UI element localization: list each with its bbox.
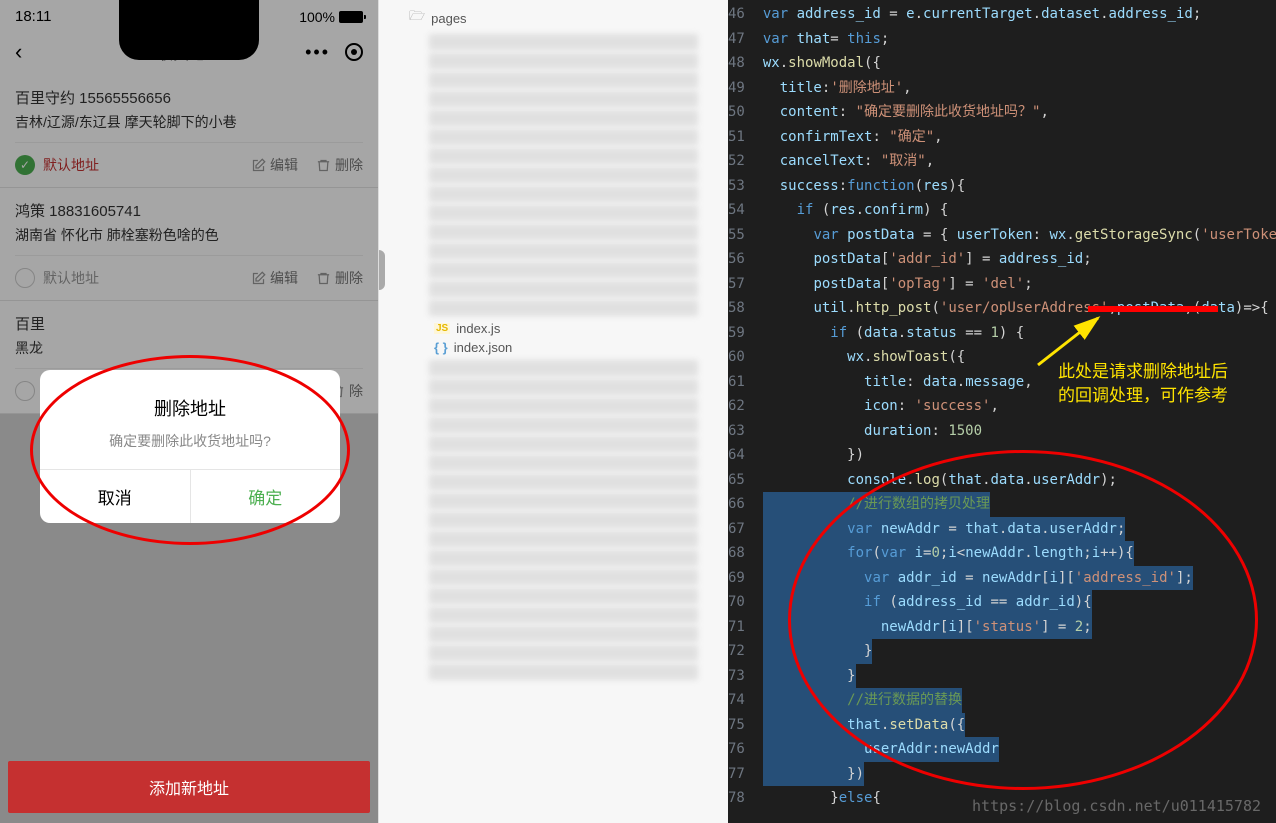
code-line[interactable]: title:'删除地址', — [759, 76, 1276, 101]
folder-pages[interactable]: 🗁 pages — [379, 5, 728, 31]
file-index-json[interactable]: { } index.json — [379, 338, 728, 357]
code-line[interactable]: wx.showModal({ — [759, 51, 1276, 76]
code-line[interactable]: duration: 1500 — [759, 419, 1276, 444]
code-line[interactable]: icon: 'success', — [759, 394, 1276, 419]
blurred-item — [429, 436, 698, 452]
code-line[interactable]: userAddr:newAddr — [759, 737, 1276, 762]
blurred-item — [429, 607, 698, 623]
add-address-button[interactable]: 添加新地址 — [8, 761, 370, 813]
blurred-item — [429, 360, 698, 376]
blurred-item — [429, 512, 698, 528]
code-body[interactable]: var address_id = e.currentTarget.dataset… — [759, 0, 1276, 823]
scroll-handle[interactable] — [378, 250, 385, 290]
json-icon: { } — [434, 340, 448, 355]
delete-modal: 删除地址 确定要删除此收货地址吗? 取消 确定 — [40, 370, 340, 523]
blurred-item — [429, 148, 698, 164]
blurred-item — [429, 186, 698, 202]
code-line[interactable]: //进行数据的替换 — [759, 688, 1276, 713]
blurred-item — [429, 72, 698, 88]
code-line[interactable]: if (res.confirm) { — [759, 198, 1276, 223]
code-editor-panel[interactable]: 4647484950515253545556575859606162636465… — [728, 0, 1276, 823]
blurred-item — [429, 110, 698, 126]
code-line[interactable]: //进行数组的拷贝处理 — [759, 492, 1276, 517]
blurred-item — [429, 493, 698, 509]
blurred-item — [429, 167, 698, 183]
code-line[interactable]: console.log(that.data.userAddr); — [759, 468, 1276, 493]
code-line[interactable]: var address_id = e.currentTarget.dataset… — [759, 2, 1276, 27]
code-line[interactable]: if (data.status == 1) { — [759, 321, 1276, 346]
code-line[interactable]: var newAddr = that.data.userAddr; — [759, 517, 1276, 542]
blurred-item — [429, 664, 698, 680]
blurred-item — [429, 417, 698, 433]
blurred-item — [429, 34, 698, 50]
blurred-item — [429, 281, 698, 297]
code-line[interactable]: postData['addr_id'] = address_id; — [759, 247, 1276, 272]
blurred-item — [429, 626, 698, 642]
folder-label: pages — [431, 11, 466, 26]
blurred-item — [429, 262, 698, 278]
code-line[interactable]: confirmText: "确定", — [759, 125, 1276, 150]
file-label: index.json — [454, 340, 513, 355]
file-index-js[interactable]: JS index.js — [379, 319, 728, 338]
watermark: https://blog.csdn.net/u011415782 — [972, 797, 1261, 815]
js-icon: JS — [434, 323, 450, 334]
code-line[interactable]: var that= this; — [759, 27, 1276, 52]
code-line[interactable]: util.http_post('user/opUserAddress',post… — [759, 296, 1276, 321]
blurred-item — [429, 224, 698, 240]
blurred-item — [429, 588, 698, 604]
blurred-item — [429, 531, 698, 547]
blurred-item — [429, 645, 698, 661]
modal-title: 删除地址 — [60, 395, 320, 421]
blurred-item — [429, 300, 698, 316]
mobile-preview-panel: 18:11 100% ‹ 收货地址 ••• 百里守约 15565556656吉林… — [0, 0, 378, 823]
blurred-item — [429, 91, 698, 107]
folder-icon: 🗁 — [409, 7, 425, 29]
code-line[interactable]: that.setData({ — [759, 713, 1276, 738]
blurred-item — [429, 129, 698, 145]
blurred-item — [429, 474, 698, 490]
blurred-item — [429, 569, 698, 585]
blurred-item — [429, 243, 698, 259]
blurred-item — [429, 379, 698, 395]
phone-notch — [119, 0, 259, 60]
code-line[interactable]: } — [759, 639, 1276, 664]
code-line[interactable]: }) — [759, 762, 1276, 787]
code-line[interactable]: }) — [759, 443, 1276, 468]
modal-confirm-button[interactable]: 确定 — [191, 470, 341, 523]
code-line[interactable]: content: "确定要删除此收货地址吗？", — [759, 100, 1276, 125]
blurred-item — [429, 53, 698, 69]
file-tree-panel: 🗁 pages JS index.js { } index.json — [378, 0, 728, 823]
blurred-item — [429, 398, 698, 414]
code-line[interactable]: for(var i=0;i<newAddr.length;i++){ — [759, 541, 1276, 566]
code-line[interactable]: newAddr[i]['status'] = 2; — [759, 615, 1276, 640]
code-line[interactable]: if (address_id == addr_id){ — [759, 590, 1276, 615]
code-line[interactable]: success:function(res){ — [759, 174, 1276, 199]
code-line[interactable]: var addr_id = newAddr[i]['address_id']; — [759, 566, 1276, 591]
code-line[interactable]: var postData = { userToken: wx.getStorag… — [759, 223, 1276, 248]
blurred-item — [429, 550, 698, 566]
blurred-item — [429, 455, 698, 471]
code-line[interactable]: cancelText: "取消", — [759, 149, 1276, 174]
code-line[interactable]: title: data.message, — [759, 370, 1276, 395]
code-line[interactable]: wx.showToast({ — [759, 345, 1276, 370]
code-line[interactable]: } — [759, 664, 1276, 689]
line-gutter: 4647484950515253545556575859606162636465… — [728, 0, 759, 823]
modal-content: 确定要删除此收货地址吗? — [60, 431, 320, 451]
blurred-item — [429, 205, 698, 221]
code-line[interactable]: postData['opTag'] = 'del'; — [759, 272, 1276, 297]
file-label: index.js — [456, 321, 500, 336]
modal-cancel-button[interactable]: 取消 — [40, 470, 191, 523]
